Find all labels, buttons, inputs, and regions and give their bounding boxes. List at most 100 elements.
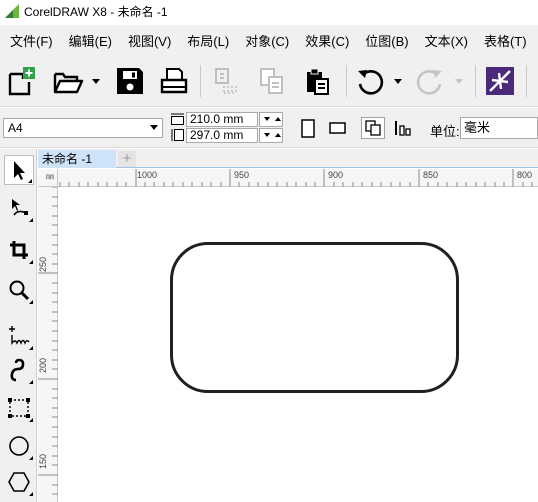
page-height-field[interactable]: 297.0 mm xyxy=(186,128,258,143)
vertical-ruler[interactable]: 250 200 150 xyxy=(38,187,58,502)
undo-button[interactable] xyxy=(354,65,386,97)
save-icon xyxy=(117,68,143,94)
unit-label: 单位: xyxy=(430,124,460,139)
page-size-dropdown[interactable]: A4 xyxy=(3,118,163,138)
all-pages-button[interactable] xyxy=(361,117,385,139)
ruler-label: 150 xyxy=(38,453,48,469)
menu-layout[interactable]: 布局(L) xyxy=(187,31,229,50)
ruler-label: 200 xyxy=(38,357,48,373)
menu-effects[interactable]: 效果(C) xyxy=(305,31,349,50)
flyout-indicator-icon xyxy=(29,418,33,422)
menu-view[interactable]: 视图(V) xyxy=(128,31,171,50)
chevron-up-icon xyxy=(275,117,281,121)
page-size-value: A4 xyxy=(8,121,23,135)
cut-icon xyxy=(215,68,237,94)
crop-tool-button[interactable] xyxy=(4,235,34,265)
menu-table[interactable]: 表格(T) xyxy=(484,31,527,50)
redo-button[interactable] xyxy=(414,65,446,97)
ruler-label: 1000 xyxy=(137,170,158,180)
shape-tool-button[interactable] xyxy=(4,193,34,223)
menu-bar: 文件(F) 编辑(E) 视图(V) 布局(L) 对象(C) 效果(C) 位图(B… xyxy=(0,25,538,55)
import-icon xyxy=(486,67,514,95)
rounded-rectangle-shape[interactable] xyxy=(170,242,459,393)
ellipse-tool-icon xyxy=(9,436,29,456)
print-icon xyxy=(160,68,188,94)
window-title: CorelDRAW X8 - 未命名 -1 xyxy=(24,4,168,19)
undo-dropdown-icon[interactable] xyxy=(394,77,402,85)
toolbar-separator xyxy=(200,65,201,97)
cut-button[interactable] xyxy=(210,65,242,97)
page-height-spinner[interactable] xyxy=(259,128,283,143)
page-width-spinner[interactable] xyxy=(259,112,283,127)
drawing-canvas[interactable] xyxy=(59,188,538,502)
toolbar-separator xyxy=(475,65,476,97)
flyout-indicator-icon xyxy=(29,456,33,460)
page-height-icon xyxy=(171,129,184,141)
freehand-tool-icon xyxy=(9,326,30,346)
portrait-button[interactable] xyxy=(296,117,320,139)
page-width-field[interactable]: 210.0 mm xyxy=(186,112,258,127)
ruler-label: 250 xyxy=(38,256,48,272)
ruler-label: 850 xyxy=(423,170,439,180)
current-page-button[interactable] xyxy=(391,117,415,139)
page-width-icon xyxy=(171,113,184,125)
document-tab[interactable]: 未命名 -1 xyxy=(38,150,116,168)
ruler-label: 950 xyxy=(234,170,250,180)
document-tab-strip: 未命名 -1 + xyxy=(38,149,538,168)
ellipse-tool-button[interactable] xyxy=(4,431,34,461)
polygon-tool-icon xyxy=(8,472,30,492)
copy-icon xyxy=(260,68,283,94)
zoom-tool-icon xyxy=(9,280,30,301)
rectangle-tool-button[interactable] xyxy=(4,393,34,423)
title-bar: CorelDRAW X8 - 未命名 -1 xyxy=(0,0,538,22)
coreldraw-app-icon xyxy=(5,4,19,18)
flyout-indicator-icon xyxy=(29,492,33,496)
freehand-tool-button[interactable] xyxy=(4,321,34,351)
toolbar-separator xyxy=(526,65,527,97)
pick-tool-button[interactable] xyxy=(4,155,34,185)
landscape-icon xyxy=(328,122,346,134)
ruler-origin-corner[interactable]: ㎜ xyxy=(38,169,58,187)
flyout-indicator-icon xyxy=(29,260,33,264)
menu-file[interactable]: 文件(F) xyxy=(10,31,53,50)
menu-edit[interactable]: 编辑(E) xyxy=(69,31,112,50)
chevron-down-icon xyxy=(150,125,158,130)
menu-bitmaps[interactable]: 位图(B) xyxy=(365,31,408,50)
artistic-media-tool-icon xyxy=(10,358,25,382)
menu-object[interactable]: 对象(C) xyxy=(245,31,289,50)
shape-tool-icon xyxy=(12,199,28,216)
polygon-tool-button[interactable] xyxy=(4,467,34,497)
zoom-tool-button[interactable] xyxy=(4,275,34,305)
crop-tool-icon xyxy=(10,241,28,259)
portrait-icon xyxy=(301,118,315,138)
ruler-label: 900 xyxy=(328,170,344,180)
redo-dropdown-icon[interactable] xyxy=(455,77,463,85)
artistic-media-tool-button[interactable] xyxy=(4,355,34,385)
toolbox xyxy=(0,149,37,502)
menu-text[interactable]: 文本(X) xyxy=(425,31,468,50)
flyout-indicator-icon xyxy=(29,380,33,384)
new-document-icon xyxy=(8,67,35,96)
property-bar: A4 210.0 mm 297.0 mm 单位: 毫米 xyxy=(0,108,538,148)
new-document-button[interactable] xyxy=(6,65,38,97)
standard-toolbar xyxy=(0,55,538,107)
units-dropdown[interactable]: 毫米 xyxy=(460,117,538,139)
all-pages-icon xyxy=(365,120,381,136)
horizontal-ruler[interactable]: 1000 950 900 850 800 xyxy=(58,169,538,187)
import-button[interactable] xyxy=(484,65,516,97)
redo-icon xyxy=(416,70,442,95)
landscape-button[interactable] xyxy=(325,117,349,139)
ruler-unit-label: ㎜ xyxy=(46,172,54,181)
print-button[interactable] xyxy=(158,65,190,97)
flyout-indicator-icon xyxy=(29,346,33,350)
save-button[interactable] xyxy=(114,65,146,97)
flyout-indicator-icon xyxy=(29,218,33,222)
open-button[interactable] xyxy=(52,65,84,97)
copy-button[interactable] xyxy=(256,65,288,97)
paste-icon xyxy=(307,68,329,95)
ruler-label: 800 xyxy=(517,170,533,180)
open-dropdown-icon[interactable] xyxy=(92,77,100,85)
new-document-tab-button[interactable]: + xyxy=(118,151,136,167)
paste-button[interactable] xyxy=(302,65,334,97)
chevron-down-icon xyxy=(264,117,270,121)
